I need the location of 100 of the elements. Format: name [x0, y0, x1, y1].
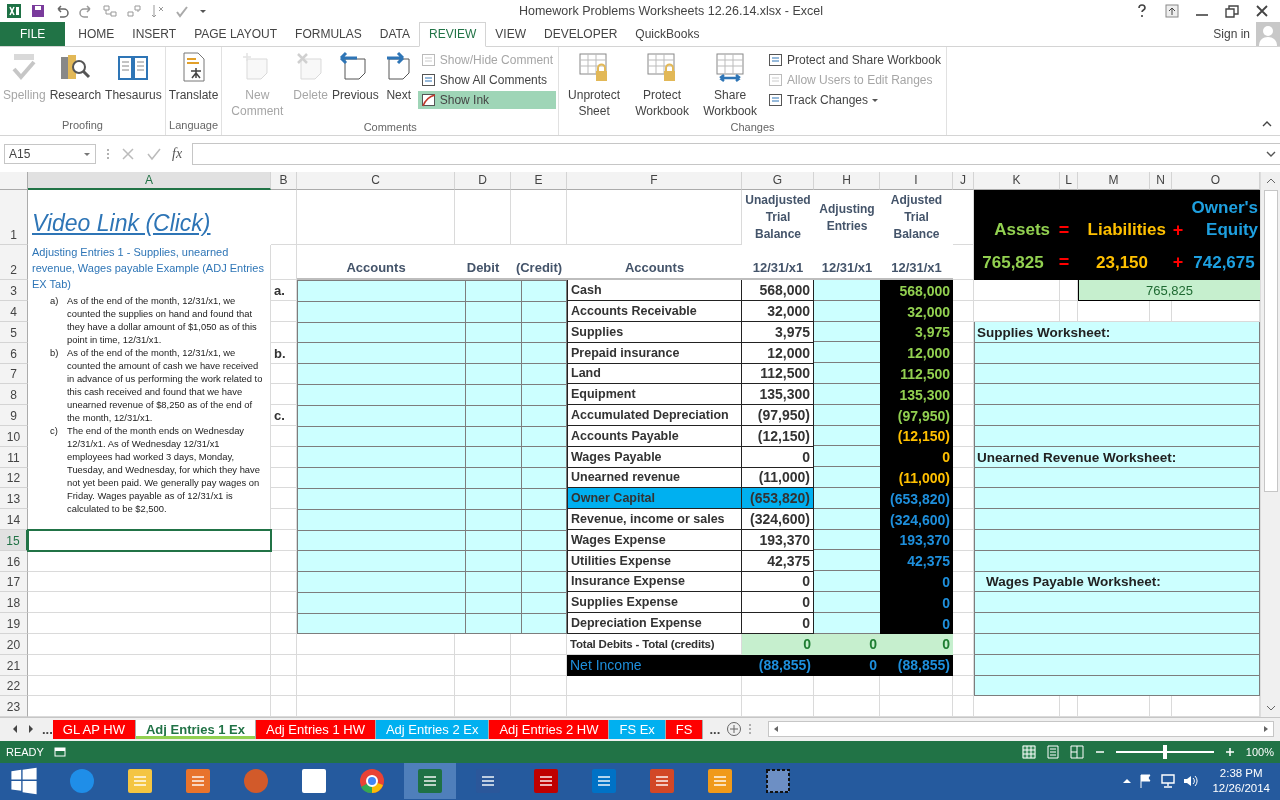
- ribbon-tab[interactable]: HOME: [69, 21, 124, 46]
- sheet-tab[interactable]: Adj Entries 1 HW: [255, 719, 376, 739]
- ribbon-button[interactable]: Share Workbook: [697, 48, 764, 121]
- row-header[interactable]: 9: [0, 405, 28, 426]
- ribbon-button[interactable]: Track Changes: [765, 90, 944, 109]
- sort-icon[interactable]: [150, 2, 166, 19]
- page-layout-icon[interactable]: [1045, 744, 1060, 759]
- name-box[interactable]: A15: [4, 143, 96, 164]
- row-header[interactable]: 4: [0, 301, 28, 322]
- zoom-in-icon[interactable]: [1223, 745, 1236, 758]
- close-icon[interactable]: [1254, 2, 1270, 19]
- column-header[interactable]: K: [974, 172, 1060, 191]
- more-sheets-button[interactable]: ...: [709, 721, 721, 737]
- column-header[interactable]: L: [1060, 172, 1078, 191]
- ribbon-display-icon[interactable]: [1164, 2, 1180, 19]
- ribbon-tab[interactable]: FORMULAS: [286, 21, 371, 46]
- page-break-icon[interactable]: [1069, 744, 1084, 759]
- normal-view-icon[interactable]: [1021, 744, 1036, 759]
- windows-logo-icon[interactable]: [10, 767, 38, 796]
- sign-in-link[interactable]: Sign in: [1213, 26, 1250, 41]
- row-header[interactable]: 23: [0, 696, 28, 718]
- ribbon-tab[interactable]: FILE: [0, 21, 66, 46]
- row-header[interactable]: 21: [0, 654, 28, 676]
- row-header[interactable]: 22: [0, 675, 28, 697]
- row-header[interactable]: 13: [0, 488, 28, 510]
- scroll-right-icon[interactable]: [1262, 725, 1270, 734]
- selected-cell[interactable]: [27, 528, 272, 552]
- ribbon-tab[interactable]: QuickBooks: [626, 21, 709, 46]
- row-header[interactable]: 16: [0, 550, 28, 572]
- column-header[interactable]: O: [1172, 172, 1260, 191]
- ribbon-button[interactable]: Protect and Share Workbook: [765, 50, 944, 69]
- redo-icon[interactable]: [78, 2, 94, 19]
- ribbon-button[interactable]: Thesaurus: [104, 48, 163, 119]
- formula-input[interactable]: [192, 142, 1280, 165]
- row-header[interactable]: 11: [0, 446, 28, 468]
- ribbon-button[interactable]: Show All Comments: [417, 70, 557, 89]
- ribbon-button[interactable]: Next: [381, 48, 416, 121]
- column-header[interactable]: D: [455, 172, 511, 191]
- ribbon-button[interactable]: Show Ink: [417, 90, 557, 109]
- column-header[interactable]: H: [814, 172, 880, 191]
- save-icon[interactable]: [30, 2, 46, 19]
- column-header[interactable]: M: [1078, 172, 1150, 191]
- row-header[interactable]: 5: [0, 321, 28, 343]
- taskbar-button[interactable]: [404, 763, 456, 800]
- column-header[interactable]: I: [880, 172, 953, 191]
- row-header[interactable]: 1: [0, 190, 28, 246]
- row-header[interactable]: 3: [0, 280, 28, 302]
- zoom-level-text[interactable]: 100%: [1245, 745, 1274, 758]
- insert-function-button[interactable]: fx: [172, 145, 183, 162]
- sheet-tab[interactable]: GL AP HW: [52, 719, 136, 739]
- row-header[interactable]: 2: [0, 245, 28, 281]
- column-header[interactable]: E: [511, 172, 567, 191]
- ribbon-button[interactable]: Unprotect Sheet: [561, 48, 628, 121]
- row-header[interactable]: 7: [0, 363, 28, 385]
- row-header[interactable]: 6: [0, 342, 28, 364]
- add-sheet-icon[interactable]: [726, 721, 743, 738]
- ribbon-tab[interactable]: DATA: [370, 21, 419, 46]
- ribbon-button[interactable]: Research: [48, 48, 103, 119]
- macro-record-icon[interactable]: [53, 745, 66, 758]
- journal-entry-area[interactable]: [297, 280, 567, 634]
- restore-icon[interactable]: [1224, 2, 1240, 19]
- more-sheets-button[interactable]: ...: [42, 721, 53, 737]
- ribbon-tab[interactable]: REVIEW: [419, 21, 487, 47]
- scrollbar-thumb[interactable]: [1263, 190, 1278, 493]
- row-header[interactable]: 19: [0, 613, 28, 634]
- row-header[interactable]: 10: [0, 425, 28, 447]
- row-header[interactable]: 17: [0, 571, 28, 593]
- column-header[interactable]: N: [1150, 172, 1172, 191]
- ribbon-tab[interactable]: VIEW: [486, 21, 535, 46]
- ribbon-button[interactable]: Protect Workbook: [629, 48, 696, 121]
- scroll-left-icon[interactable]: [772, 725, 781, 734]
- row-header[interactable]: 12: [0, 467, 28, 489]
- clock[interactable]: 2:38 PM 12/26/2014: [1212, 766, 1270, 797]
- network-icon[interactable]: [1160, 773, 1177, 790]
- video-link[interactable]: Video Link (Click): [28, 190, 271, 246]
- row-header[interactable]: 8: [0, 384, 28, 406]
- horizontal-scrollbar[interactable]: [768, 721, 1274, 738]
- sheet-tab[interactable]: FS: [665, 719, 704, 739]
- undo-icon[interactable]: [54, 2, 70, 19]
- zoom-slider-thumb[interactable]: [1162, 744, 1167, 759]
- row-header[interactable]: 20: [0, 633, 28, 655]
- column-header[interactable]: B: [271, 172, 297, 191]
- column-header[interactable]: J: [953, 172, 974, 191]
- sheet-tab[interactable]: Adj Entries 1 Ex: [136, 719, 256, 739]
- ribbon-button[interactable]: Previous: [331, 48, 380, 121]
- column-header[interactable]: C: [297, 172, 455, 191]
- adjusting-entries-column[interactable]: [814, 280, 880, 634]
- scroll-right-icon[interactable]: [26, 724, 36, 735]
- column-header[interactable]: G: [742, 172, 814, 191]
- ribbon-tab[interactable]: PAGE LAYOUT: [185, 21, 287, 46]
- ribbon-tab[interactable]: DEVELOPER: [535, 21, 627, 46]
- row-header[interactable]: 15: [0, 529, 28, 551]
- ribbon-tab[interactable]: INSERT: [123, 21, 186, 46]
- row-header[interactable]: 14: [0, 509, 28, 530]
- column-header[interactable]: F: [567, 172, 742, 191]
- ribbon-button[interactable]: Translate: [167, 48, 220, 119]
- worksheet-area[interactable]: [974, 321, 1260, 697]
- sheet-tab[interactable]: Adj Entries 2 HW: [489, 719, 610, 739]
- row-header[interactable]: 18: [0, 592, 28, 614]
- column-header[interactable]: A: [28, 172, 271, 191]
